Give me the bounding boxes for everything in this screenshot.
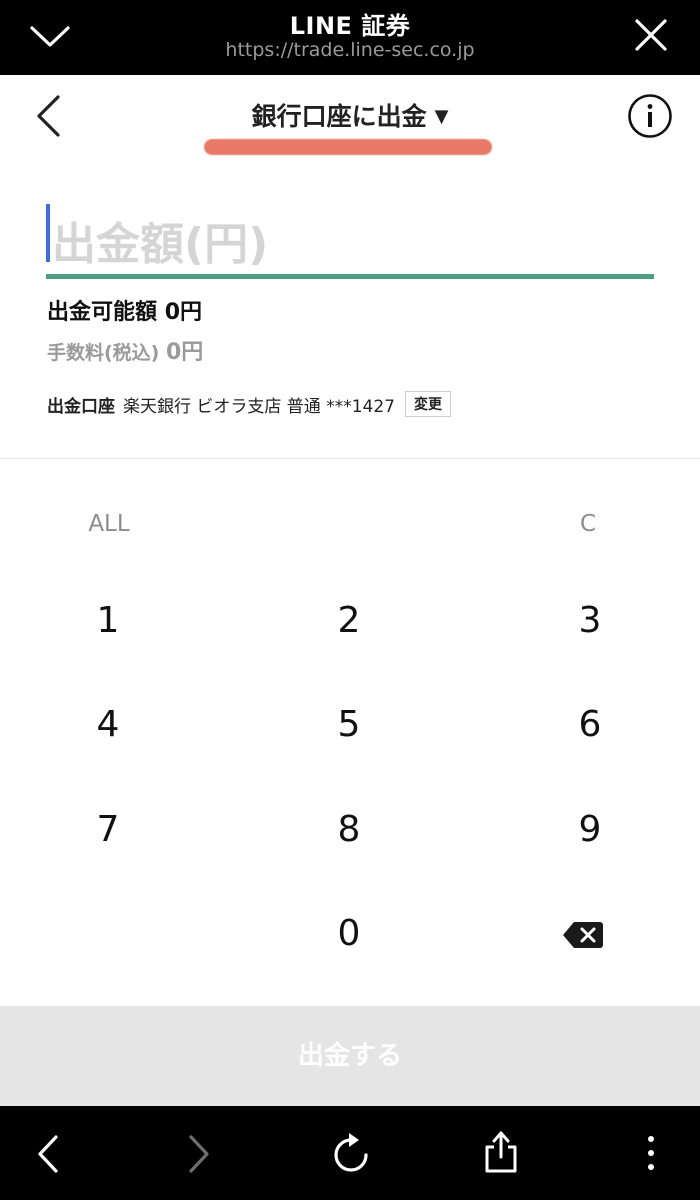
key-3[interactable]: 3 (490, 581, 690, 661)
available-amount: 出金可能額 0円 (47, 294, 202, 326)
highlight-mark (204, 139, 492, 155)
caret-down-icon: ▼ (434, 106, 449, 127)
account-value: 楽天銀行 ビオラ支店 普通 ***1427 (123, 396, 395, 417)
browser-url: https://trade.line-sec.co.jp (225, 39, 475, 61)
account-label: 出金口座 (47, 396, 115, 417)
amount-input[interactable]: 出金額(円) (46, 198, 654, 279)
browser-back-icon[interactable] (36, 1134, 60, 1174)
available-label: 出金可能額 (47, 300, 158, 325)
key-6[interactable]: 6 (490, 685, 690, 765)
more-icon[interactable] (645, 1134, 657, 1174)
key-9[interactable]: 9 (490, 790, 690, 870)
share-icon[interactable] (483, 1130, 519, 1174)
key-all[interactable]: ALL (9, 484, 209, 564)
browser-bottom-bar (0, 1106, 700, 1200)
text-cursor (46, 204, 50, 262)
page-title[interactable]: 銀行口座に出金 ▼ (0, 97, 700, 133)
key-5[interactable]: 5 (249, 685, 449, 765)
withdraw-submit-button[interactable]: 出金する (0, 1006, 700, 1106)
key-7[interactable]: 7 (8, 790, 208, 870)
browser-top-bar: LINE 証券 https://trade.line-sec.co.jp (0, 0, 700, 75)
key-0[interactable]: 0 (249, 894, 449, 974)
key-backspace[interactable] (483, 894, 683, 974)
close-icon[interactable] (632, 16, 670, 54)
fee-label: 手数料(税込) (47, 342, 160, 364)
info-icon[interactable] (627, 93, 673, 139)
amount-placeholder: 出金額(円) (52, 219, 269, 270)
key-8[interactable]: 8 (249, 790, 449, 870)
browser-title: LINE 証券 (289, 12, 411, 40)
reload-icon[interactable] (331, 1132, 371, 1174)
key-1[interactable]: 1 (8, 581, 208, 661)
key-4[interactable]: 4 (8, 685, 208, 765)
key-clear[interactable]: C (488, 484, 688, 564)
page-title-text: 銀行口座に出金 (251, 102, 427, 131)
change-account-button[interactable]: 変更 (404, 391, 451, 417)
withdraw-account-row: 出金口座 楽天銀行 ビオラ支店 普通 ***1427 変更 (47, 391, 451, 417)
divider (0, 458, 700, 459)
key-2[interactable]: 2 (249, 581, 449, 661)
available-value: 0円 (164, 300, 202, 325)
fee-row: 手数料(税込) 0円 (47, 334, 203, 366)
browser-forward-icon[interactable] (187, 1134, 211, 1174)
fee-value: 0円 (166, 340, 204, 365)
backspace-icon (563, 922, 603, 948)
